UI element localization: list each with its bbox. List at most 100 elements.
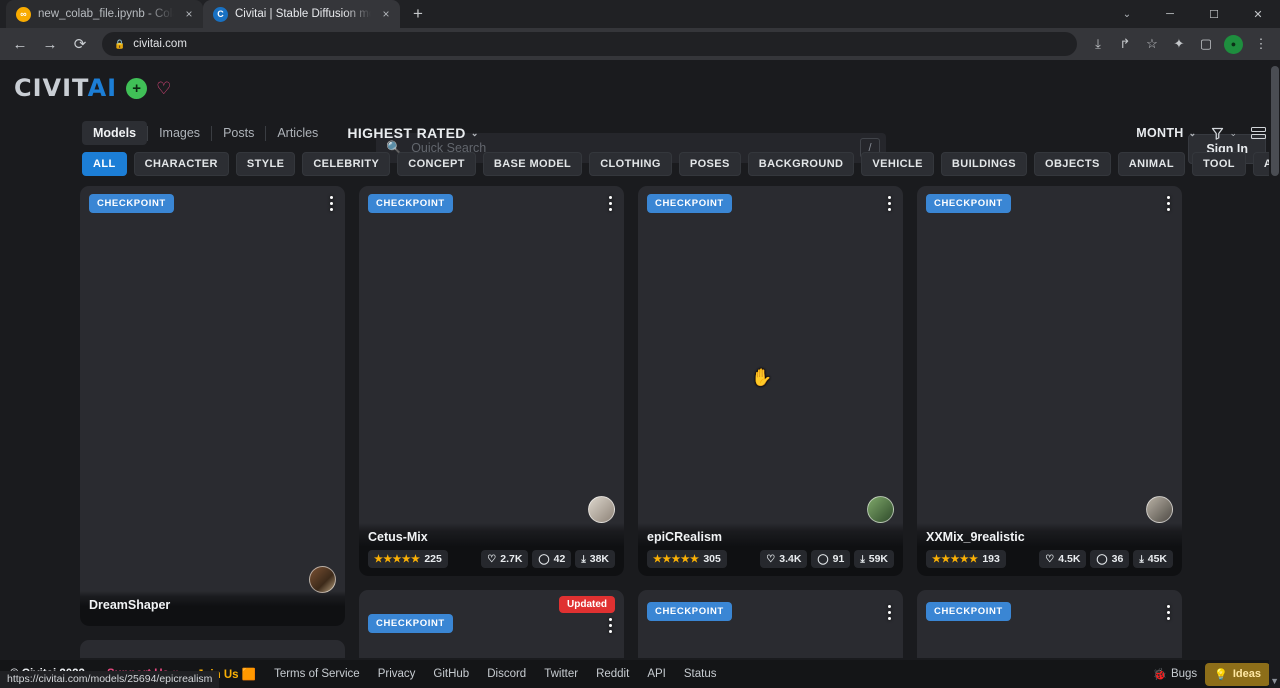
card-menu-icon[interactable] (885, 602, 894, 623)
ideas-button[interactable]: 💡Ideas (1205, 663, 1270, 686)
close-icon[interactable]: × (378, 6, 394, 22)
scrollbar-thumb[interactable] (1271, 66, 1279, 176)
heart-icon: ♡ (766, 554, 775, 565)
checkpoint-badge: CHECKPOINT (89, 194, 174, 213)
forward-icon[interactable]: → (36, 30, 64, 58)
tab-title: Civitai | Stable Diffusion models, (235, 8, 371, 20)
tab-images[interactable]: Images (148, 121, 211, 145)
card-info: epiCRealism ★★★★★ 305 ♡ 3.4K (638, 523, 903, 576)
footer-link-discord[interactable]: Discord (487, 668, 526, 680)
view-toggle-button[interactable] (1251, 127, 1266, 140)
create-plus-icon[interactable]: + (126, 78, 147, 99)
card-menu-icon[interactable] (1164, 193, 1173, 214)
rating-pill: ★★★★★ 193 (926, 550, 1006, 568)
chip-clothing[interactable]: CLOTHING (589, 152, 672, 176)
avatar[interactable] (1146, 496, 1173, 523)
chrome-menu-icon[interactable]: ⋮ (1248, 31, 1274, 57)
chip-style[interactable]: STYLE (236, 152, 295, 176)
model-card[interactable]: CHECKPOINT XXMix_9realistic ★★★★★ 193 (917, 186, 1182, 576)
browser-tab-colab[interactable]: ∞ new_colab_file.ipynb - Colaborat × (6, 0, 203, 28)
model-card[interactable]: CHECKPOINT epiCRealism ★★★★★ 305 (638, 186, 903, 576)
extensions-icon[interactable]: ✦ (1166, 31, 1192, 57)
checkpoint-badge: CHECKPOINT (926, 602, 1011, 621)
footer-link-api[interactable]: API (647, 668, 666, 680)
tab-search-chevron-icon[interactable]: ⌄ (1106, 0, 1148, 28)
card-info: XXMix_9realistic ★★★★★ 193 ♡ 4.5K (917, 523, 1182, 576)
bookmark-star-icon[interactable]: ☆ (1139, 31, 1165, 57)
footer-link-github[interactable]: GitHub (433, 668, 469, 680)
chip-buildings[interactable]: BUILDINGS (941, 152, 1027, 176)
downloads-pill: ⤓ 45K (1133, 550, 1173, 568)
tab-strip: ∞ new_colab_file.ipynb - Colaborat × C C… (0, 0, 1280, 28)
avatar[interactable] (309, 566, 336, 593)
chip-poses[interactable]: POSES (679, 152, 741, 176)
profile-avatar[interactable]: ● (1224, 35, 1243, 54)
card-menu-icon[interactable] (606, 615, 615, 636)
comments-pill: ◯ 36 (1090, 550, 1129, 568)
scroll-down-arrow-icon[interactable]: ▼ (1270, 676, 1279, 686)
reload-icon[interactable]: ⟳ (66, 30, 94, 58)
chip-all[interactable]: ALL (82, 152, 127, 176)
chip-character[interactable]: CHARACTER (134, 152, 229, 176)
comments-pill: ◯ 42 (532, 550, 571, 568)
model-card[interactable]: CHECKPOINT DreamShaper (80, 186, 345, 626)
period-dropdown[interactable]: MONTH ⌄ (1136, 126, 1196, 140)
minimize-icon[interactable]: ─ (1148, 0, 1192, 28)
category-chip-row[interactable]: ALL CHARACTER STYLE CELEBRITY CONCEPT BA… (0, 150, 1280, 178)
card-menu-icon[interactable] (1164, 602, 1173, 623)
status-bar-url: https://civitai.com/models/25694/epicrea… (0, 671, 219, 688)
chip-base-model[interactable]: BASE MODEL (483, 152, 582, 176)
chip-objects[interactable]: OBJECTS (1034, 152, 1111, 176)
tab-posts[interactable]: Posts (212, 121, 265, 145)
model-card[interactable]: CHECKPOINT (917, 590, 1182, 658)
sort-dropdown[interactable]: HIGHEST RATED ⌄ (347, 125, 478, 141)
avatar[interactable] (588, 496, 615, 523)
close-icon[interactable]: × (181, 6, 197, 22)
bugs-button[interactable]: 🐞 Bugs (1153, 667, 1198, 681)
new-tab-button[interactable]: + (404, 0, 432, 28)
footer-link-twitter[interactable]: Twitter (544, 668, 578, 680)
maximize-icon[interactable]: ☐ (1192, 0, 1236, 28)
model-card[interactable] (80, 640, 345, 658)
tab-title: new_colab_file.ipynb - Colaborat (38, 8, 174, 20)
browser-tab-civitai[interactable]: C Civitai | Stable Diffusion models, × (203, 0, 400, 28)
filter-button[interactable]: ⌄ (1210, 126, 1237, 141)
avatar[interactable] (867, 496, 894, 523)
card-menu-icon[interactable] (327, 193, 336, 214)
chip-celebrity[interactable]: CELEBRITY (302, 152, 390, 176)
card-menu-icon[interactable] (885, 193, 894, 214)
likes-count: 4.5K (1058, 553, 1080, 565)
card-info: DreamShaper (80, 591, 345, 626)
footer-link-terms[interactable]: Terms of Service (274, 668, 360, 680)
chip-animal[interactable]: ANIMAL (1118, 152, 1185, 176)
bugs-label: Bugs (1171, 668, 1197, 680)
star-icon: ★★★★★ (932, 554, 978, 565)
back-icon[interactable]: ← (6, 30, 34, 58)
chip-vehicle[interactable]: VEHICLE (861, 152, 933, 176)
footer-link-privacy[interactable]: Privacy (378, 668, 416, 680)
model-card[interactable]: Updated CHECKPOINT (359, 590, 624, 658)
chip-tool[interactable]: TOOL (1192, 152, 1246, 176)
card-menu-icon[interactable] (606, 193, 615, 214)
download-icon: ⤓ (1139, 554, 1143, 565)
civitai-logo[interactable]: CIVITAI + ♡ (14, 74, 171, 102)
chip-concept[interactable]: CONCEPT (397, 152, 476, 176)
comments-pill: ◯ 91 (811, 550, 850, 568)
side-panel-icon[interactable]: ▢ (1193, 31, 1219, 57)
chip-background[interactable]: BACKGROUND (748, 152, 855, 176)
model-grid: CHECKPOINT DreamShaper CHECKPOINT (0, 178, 1280, 658)
tab-models[interactable]: Models (82, 121, 147, 145)
model-card[interactable]: CHECKPOINT Cetus-Mix ★★★★★ 225 (359, 186, 624, 576)
install-icon[interactable]: ⤓ (1085, 31, 1111, 57)
footer-link-status[interactable]: Status (684, 668, 717, 680)
model-card[interactable]: CHECKPOINT (638, 590, 903, 658)
logo-part1: CIVIT (14, 74, 88, 102)
close-window-icon[interactable]: ✕ (1236, 0, 1280, 28)
tab-articles[interactable]: Articles (266, 121, 329, 145)
address-bar[interactable]: 🔒 civitai.com (102, 32, 1077, 56)
share-icon[interactable]: ↱ (1112, 31, 1138, 57)
heart-icon[interactable]: ♡ (156, 80, 171, 97)
address-bar-url: civitai.com (133, 38, 187, 50)
bug-icon: 🐞 (1153, 667, 1167, 681)
footer-link-reddit[interactable]: Reddit (596, 668, 629, 680)
